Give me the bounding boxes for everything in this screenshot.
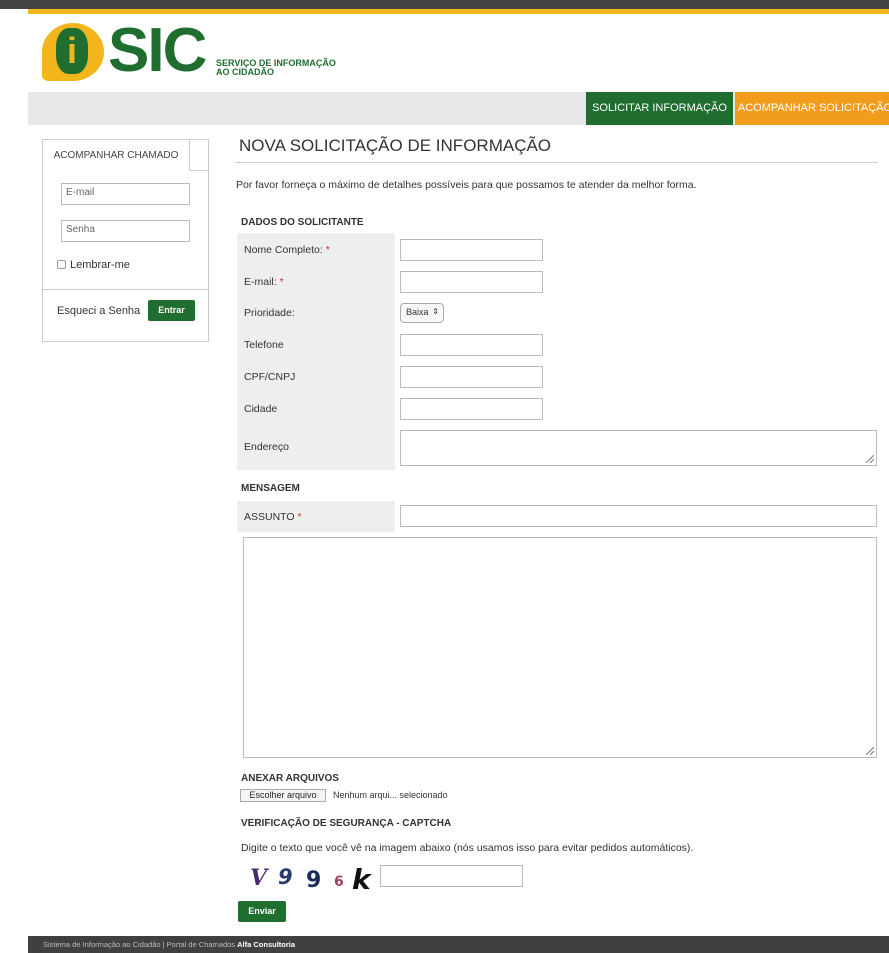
captcha-char: V — [250, 865, 269, 891]
login-email-input[interactable]: E-mail — [61, 183, 190, 205]
footer-text: Sistema de Informação ao Cidadão | Porta… — [43, 940, 238, 949]
prioridade-select[interactable]: Baixa ⇕ — [400, 303, 444, 323]
label-column — [237, 233, 395, 470]
captcha-char: k — [352, 863, 373, 892]
telefone-input[interactable] — [400, 334, 543, 356]
tab-acompanhar-chamado[interactable]: ACOMPANHAR CHAMADO — [42, 139, 190, 171]
captcha-char: 6 — [334, 874, 344, 890]
section-dados-solicitante: DADOS DO SOLICITANTE — [241, 217, 364, 228]
footer: Sistema de Informação ao Cidadão | Porta… — [28, 936, 889, 953]
label-assunto-text: ASSUNTO — [244, 511, 295, 523]
required-mark: * — [325, 244, 330, 256]
label-assunto: ASSUNTO * — [244, 511, 302, 523]
resize-grip-icon[interactable] — [866, 747, 874, 755]
label-endereco: Endereço — [244, 441, 289, 453]
label-nome: Nome Completo: * — [244, 244, 330, 256]
remember-checkbox[interactable] — [57, 260, 66, 269]
login-panel: ACOMPANHAR CHAMADO E-mail Senha Lembrar-… — [42, 139, 209, 342]
captcha-help-text: Digite o texto que você vê na imagem aba… — [241, 842, 694, 854]
captcha-image: V 9 9 6 k — [250, 863, 373, 892]
enviar-button[interactable]: Enviar — [238, 901, 286, 922]
logo-subtitle: SERVIÇO DE INFORMAÇÃO AO CIDADÃO — [216, 59, 356, 77]
required-mark: * — [279, 276, 284, 288]
title-divider — [235, 162, 878, 163]
label-cpf: CPF/CNPJ — [244, 371, 296, 383]
forgot-password-link[interactable]: Esqueci a Senha — [57, 305, 140, 317]
captcha-input[interactable] — [380, 865, 523, 887]
nav-acompanhar-solicitacao[interactable]: ACOMPANHAR SOLICITAÇÃO — [735, 92, 889, 125]
nav-solicitar-informacao[interactable]: SOLICITAR INFORMAÇÃO — [586, 92, 733, 125]
section-captcha: VERIFICAÇÃO DE SEGURANÇA - CAPTCHA — [241, 818, 452, 829]
section-anexar-arquivos: ANEXAR ARQUIVOS — [241, 773, 339, 784]
endereco-textarea[interactable] — [400, 430, 877, 466]
remember-me[interactable]: Lembrar-me — [57, 259, 130, 271]
prioridade-value: Baixa — [406, 307, 429, 317]
logo-i-letter: i — [56, 28, 88, 74]
label-email: E-mail: * — [244, 276, 284, 288]
top-accent-bar — [28, 9, 889, 14]
main-navbar: SOLICITAR INFORMAÇÃO ACOMPANHAR SOLICITA… — [28, 92, 889, 125]
remember-label: Lembrar-me — [70, 259, 130, 271]
label-nome-text: Nome Completo: — [244, 244, 323, 256]
select-arrows-icon: ⇕ — [432, 307, 439, 316]
captcha-char: 9 — [278, 865, 293, 889]
label-telefone: Telefone — [244, 339, 284, 351]
required-mark: * — [297, 511, 302, 523]
entrar-button[interactable]: Entrar — [148, 300, 195, 321]
logo-subtitle-line2: AO CIDADÃO — [216, 67, 274, 77]
section-mensagem: MENSAGEM — [241, 483, 300, 494]
label-prioridade: Prioridade: — [244, 307, 295, 319]
resize-grip-icon[interactable] — [866, 455, 874, 463]
logo-name: SIC — [108, 16, 207, 85]
mensagem-textarea[interactable] — [243, 537, 877, 758]
label-email-text: E-mail: — [244, 276, 277, 288]
captcha-char: 9 — [306, 868, 321, 892]
email-input[interactable] — [400, 271, 543, 293]
panel-divider — [43, 289, 208, 290]
choose-file-button[interactable]: Escolher arquivo — [240, 789, 326, 802]
login-password-input[interactable]: Senha — [61, 220, 190, 242]
nome-input[interactable] — [400, 239, 543, 261]
label-cidade: Cidade — [244, 403, 278, 415]
intro-text: Por favor forneça o máximo de detalhes p… — [236, 179, 697, 191]
assunto-input[interactable] — [400, 505, 877, 527]
page-title: NOVA SOLICITAÇÃO DE INFORMAÇÃO — [239, 136, 552, 155]
footer-brand-link[interactable]: Alfa Consultoria — [237, 940, 295, 949]
file-status: Nenhum arqui... selecionado — [333, 790, 448, 800]
cpf-input[interactable] — [400, 366, 543, 388]
top-bar — [0, 0, 889, 9]
cidade-input[interactable] — [400, 398, 543, 420]
site-logo[interactable]: i SIC SERVIÇO DE INFORMAÇÃO AO CIDADÃO — [42, 16, 342, 86]
tab-divider — [190, 170, 209, 171]
